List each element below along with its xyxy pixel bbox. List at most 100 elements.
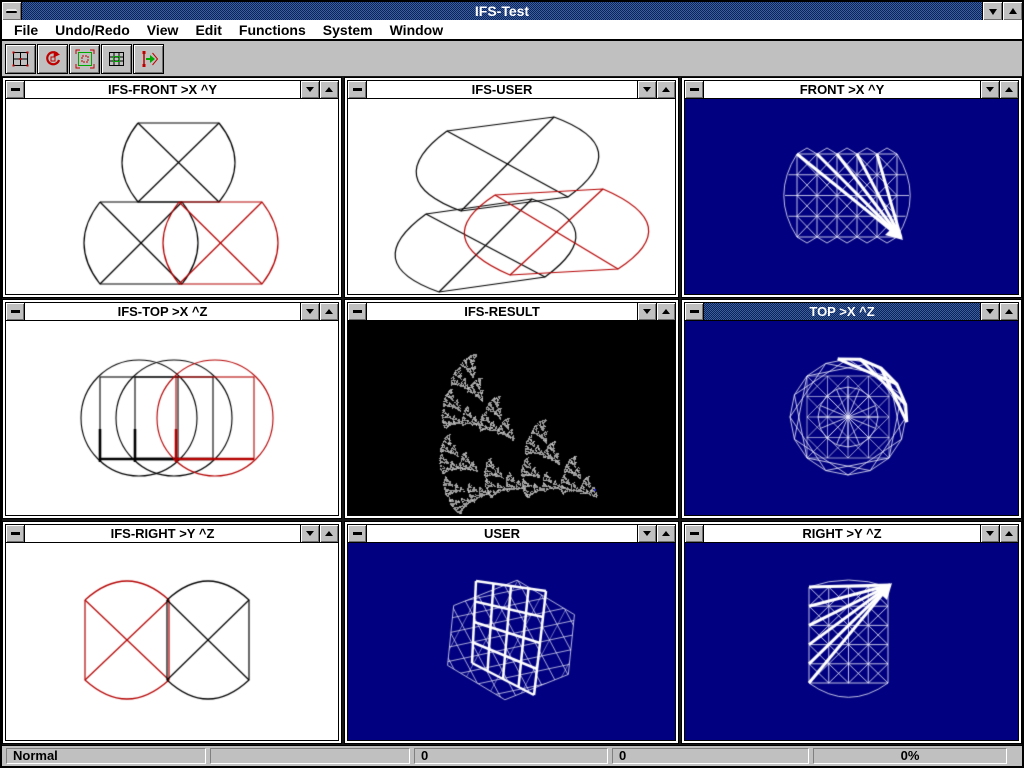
view-canvas-ifs-front[interactable] <box>6 99 338 294</box>
window-titlebar[interactable]: IFS-RIGHT >Y ^Z <box>6 525 338 543</box>
toolbar-button-fit-selection[interactable] <box>69 44 100 74</box>
window-system-menu-button[interactable] <box>685 525 704 542</box>
view-canvas-ifs-user[interactable] <box>348 99 675 294</box>
system-menu-dash-icon <box>6 9 17 13</box>
window-titlebar[interactable]: RIGHT >Y ^Z <box>685 525 1018 543</box>
window-minimize-button[interactable] <box>980 525 999 542</box>
child-window-ifs-top: IFS-TOP >X ^Z <box>2 299 342 519</box>
system-menu-dash-icon <box>353 88 362 91</box>
window-system-menu-button[interactable] <box>348 525 367 542</box>
toolbar-button-tile-2x2[interactable] <box>5 44 36 74</box>
window-system-menu-button[interactable] <box>348 81 367 98</box>
window-maximize-button[interactable] <box>656 303 675 320</box>
window-maximize-button[interactable] <box>999 81 1018 98</box>
menu-item-file[interactable]: File <box>14 22 38 38</box>
status-mode: Normal <box>6 748 206 764</box>
window-title: USER <box>367 525 637 542</box>
window-titlebar[interactable]: TOP >X ^Z <box>685 303 1018 321</box>
minimize-button[interactable] <box>982 2 1002 20</box>
window-maximize-button[interactable] <box>319 525 338 542</box>
tile-3x3-grid-icon <box>107 49 127 69</box>
status-message <box>210 748 410 764</box>
fit-selection-icon <box>75 49 95 69</box>
menu-item-view[interactable]: View <box>147 22 179 38</box>
window-title: IFS-FRONT >X ^Y <box>25 81 300 98</box>
window-minimize-button[interactable] <box>980 303 999 320</box>
main-titlebar[interactable]: IFS-Test <box>2 2 1022 20</box>
triangle-down-icon <box>986 531 994 540</box>
window-title: IFS-USER <box>367 81 637 98</box>
menu-item-window[interactable]: Window <box>390 22 444 38</box>
window-titlebar[interactable]: USER <box>348 525 675 543</box>
menu-item-undo-redo[interactable]: Undo/Redo <box>55 22 130 38</box>
triangle-down-icon <box>643 87 651 96</box>
child-window-ifs-front: IFS-FRONT >X ^Y <box>2 77 342 298</box>
view-canvas-user[interactable] <box>348 543 675 740</box>
window-system-menu-button[interactable] <box>685 81 704 98</box>
menu-item-functions[interactable]: Functions <box>239 22 306 38</box>
system-menu-dash-icon <box>11 88 20 91</box>
window-system-menu-button[interactable] <box>685 303 704 320</box>
window-titlebar[interactable]: IFS-RESULT <box>348 303 675 321</box>
window-minimize-button[interactable] <box>300 81 319 98</box>
view-canvas-ifs-right[interactable] <box>6 543 338 740</box>
triangle-down-icon <box>643 309 651 318</box>
window-title: IFS-RESULT <box>367 303 637 320</box>
triangle-up-icon <box>1005 83 1013 92</box>
tile-2x2-grid-icon <box>11 49 31 69</box>
triangle-up-icon <box>325 83 333 92</box>
triangle-down-icon <box>986 87 994 96</box>
view-canvas-front[interactable] <box>685 99 1018 294</box>
toolbar <box>2 41 1022 76</box>
window-maximize-button[interactable] <box>319 81 338 98</box>
status-bar: Normal 0 0 0% <box>2 745 1022 766</box>
window-titlebar[interactable]: FRONT >X ^Y <box>685 81 1018 99</box>
view-canvas-ifs-top[interactable] <box>6 321 338 515</box>
window-titlebar[interactable]: IFS-USER <box>348 81 675 99</box>
window-maximize-button[interactable] <box>999 303 1018 320</box>
triangle-up-icon <box>325 527 333 536</box>
triangle-down-icon <box>306 531 314 540</box>
maximize-button[interactable] <box>1002 2 1022 20</box>
system-menu-dash-icon <box>690 532 699 535</box>
window-minimize-button[interactable] <box>300 303 319 320</box>
view-canvas-ifs-result[interactable] <box>348 321 675 515</box>
app-title: IFS-Test <box>22 2 982 20</box>
window-minimize-button[interactable] <box>980 81 999 98</box>
triangle-down-icon <box>306 87 314 96</box>
menu-bar: File Undo/Redo View Edit Functions Syste… <box>2 20 1022 41</box>
window-titlebar[interactable]: IFS-FRONT >X ^Y <box>6 81 338 99</box>
window-title: TOP >X ^Z <box>704 303 980 320</box>
toolbar-button-rotate[interactable] <box>37 44 68 74</box>
window-minimize-button[interactable] <box>637 303 656 320</box>
system-menu-button[interactable] <box>2 2 22 20</box>
status-count-2: 0 <box>612 748 809 764</box>
window-maximize-button[interactable] <box>656 525 675 542</box>
window-maximize-button[interactable] <box>999 525 1018 542</box>
window-system-menu-button[interactable] <box>6 303 25 320</box>
window-system-menu-button[interactable] <box>6 81 25 98</box>
status-progress: 0% <box>813 748 1007 764</box>
window-minimize-button[interactable] <box>637 525 656 542</box>
child-window-ifs-result: IFS-RESULT <box>344 299 679 519</box>
menu-item-system[interactable]: System <box>323 22 373 38</box>
view-canvas-right[interactable] <box>685 543 1018 740</box>
triangle-up-icon <box>662 305 670 314</box>
window-maximize-button[interactable] <box>319 303 338 320</box>
window-system-menu-button[interactable] <box>348 303 367 320</box>
application-window: IFS-Test File Undo/Redo View Edit Functi… <box>0 0 1024 768</box>
toolbar-button-step-forward[interactable] <box>133 44 164 74</box>
toolbar-button-tile-3x3[interactable] <box>101 44 132 74</box>
window-minimize-button[interactable] <box>300 525 319 542</box>
rotate-arrow-icon <box>43 49 63 69</box>
menu-item-edit[interactable]: Edit <box>195 22 221 38</box>
window-maximize-button[interactable] <box>656 81 675 98</box>
window-titlebar[interactable]: IFS-TOP >X ^Z <box>6 303 338 321</box>
window-system-menu-button[interactable] <box>6 525 25 542</box>
view-canvas-top[interactable] <box>685 321 1018 515</box>
window-title: FRONT >X ^Y <box>704 81 980 98</box>
triangle-up-icon <box>1009 4 1017 14</box>
window-minimize-button[interactable] <box>637 81 656 98</box>
window-title: RIGHT >Y ^Z <box>704 525 980 542</box>
system-menu-dash-icon <box>353 310 362 313</box>
